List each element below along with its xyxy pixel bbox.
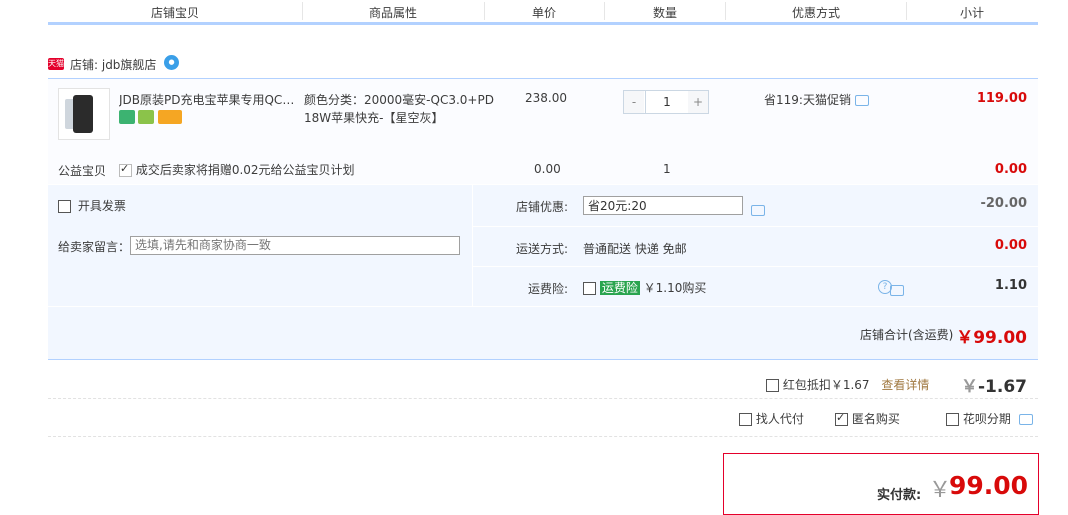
shipping-label: 运送方式:: [516, 242, 569, 256]
invoice-label: 开具发票: [77, 199, 126, 213]
comment-icon[interactable]: [854, 95, 869, 106]
header-unit-price: 单价: [532, 6, 557, 20]
invoice-checkbox[interactable]: [58, 200, 71, 213]
charity-label: 公益宝贝: [58, 164, 107, 178]
insurance-option: 运费险 ￥1.10购买: [583, 279, 706, 296]
message-label: 给卖家留言：: [58, 240, 131, 254]
insurance-tag: 运费险: [599, 281, 640, 295]
insurance-text: ￥1.10购买: [643, 281, 707, 295]
shop-name[interactable]: 店铺: jdb旗舰店: [70, 56, 156, 73]
minus-button[interactable]: -: [624, 91, 644, 113]
anonymous-label: 匿名购买: [851, 412, 900, 426]
pay-label: 实付款:: [877, 488, 922, 503]
pay-yen-sign: ￥: [929, 478, 952, 503]
insurance-label: 运费险:: [528, 282, 569, 296]
redpacket-value: -1.67: [978, 377, 1027, 397]
anonymous-checkbox[interactable]: [835, 411, 848, 426]
pay-amount: 99.00: [949, 471, 1029, 500]
redpacket-details-link[interactable]: 查看详情: [881, 378, 929, 392]
dashed-divider: [48, 398, 1038, 399]
seven-day-return-icon: [119, 110, 135, 124]
tmall-badge-icon: 天猫: [48, 58, 64, 70]
quantity-stepper: - 1 +: [623, 90, 709, 114]
shop-discount-select[interactable]: 省20元:20: [583, 196, 743, 215]
phone-image: [73, 95, 93, 133]
installment-label: 花呗分期: [962, 412, 1011, 426]
promotion: 省119:天猫促销: [764, 91, 869, 108]
comment-icon[interactable]: [1018, 414, 1033, 425]
wangwang-chat-icon[interactable]: ●: [164, 55, 179, 70]
invoice-option: 开具发票: [58, 197, 126, 214]
header-divider: [604, 2, 605, 20]
yen-sign: ￥: [961, 377, 978, 397]
shop-total-label: 店铺合计(含运费): [860, 328, 954, 342]
charity-info: 成交后卖家将捐赠0.02元给公益宝贝计划: [119, 161, 355, 178]
redpacket-option: 红包抵扣￥1.67 查看详情: [766, 376, 929, 393]
product-thumbnail[interactable]: [58, 88, 110, 140]
proxy-pay-option: 找人代付: [739, 410, 804, 427]
shop-discount-label: 店铺优惠:: [516, 200, 569, 214]
panel-divider: [472, 185, 473, 307]
installment-option: 花呗分期: [946, 410, 1033, 427]
charity-text: 成交后卖家将捐赠0.02元给公益宝贝计划: [135, 163, 355, 177]
header-discount: 优惠方式: [792, 6, 841, 20]
shipping-method: 普通配送 快递 免邮: [583, 242, 687, 256]
header-divider: [302, 2, 303, 20]
promotion-text: 省119:天猫促销: [764, 93, 851, 107]
redpacket-label: 红包抵扣￥1.67: [782, 378, 870, 392]
header-shop-item: 店铺宝贝: [151, 6, 200, 20]
header-quantity: 数量: [653, 6, 678, 20]
payment-summary-box: 实付款: ￥ 99.00: [723, 453, 1039, 515]
quantity-input[interactable]: 1: [645, 91, 689, 113]
message-input[interactable]: [130, 236, 460, 255]
product-attributes: 颜色分类：20000毫安-QC3.0+PD 18W苹果快充-【星空灰】: [304, 91, 494, 127]
header-divider: [725, 2, 726, 20]
guarantee-icon: [138, 110, 154, 124]
attr-line: 颜色分类：20000毫安-QC3.0+PD: [304, 93, 494, 107]
comment-icon[interactable]: [751, 205, 765, 216]
anonymous-option: 匿名购买: [835, 410, 900, 427]
header-divider: [906, 2, 907, 20]
charity-price: 0.00: [534, 162, 561, 176]
shop-row: 天猫 店铺: jdb旗舰店 ●: [48, 54, 1038, 79]
product-title[interactable]: JDB原装PD充电宝苹果专用QC3.0+PD快充: [119, 91, 301, 108]
charity-subtotal: 0.00: [994, 162, 1027, 177]
charity-qty: 1: [663, 162, 671, 176]
insurance-amount: 1.10: [994, 278, 1027, 293]
help-icon[interactable]: ?: [878, 280, 892, 294]
installment-checkbox[interactable]: [946, 413, 959, 426]
header-subtotal: 小计: [960, 6, 985, 20]
unit-price: 238.00: [525, 91, 567, 105]
dashed-divider: [48, 436, 1038, 437]
row-divider: [48, 306, 1038, 307]
insurance-checkbox[interactable]: [583, 282, 596, 295]
item-subtotal: 119.00: [976, 91, 1027, 106]
shipping-amount: 0.00: [994, 238, 1027, 253]
proxy-pay-label: 找人代付: [755, 412, 804, 426]
shop-total-value: ￥99.00: [956, 328, 1027, 348]
redpacket-checkbox[interactable]: [766, 379, 779, 392]
row-divider: [473, 266, 1038, 267]
header-attributes: 商品属性: [369, 6, 418, 20]
plus-button[interactable]: +: [688, 91, 708, 113]
redpacket-amount: ￥-1.67: [961, 372, 1027, 397]
proxy-pay-checkbox[interactable]: [739, 413, 752, 426]
header-divider: [484, 2, 485, 20]
charity-checkbox: [119, 162, 132, 177]
credit-card-icon: [158, 110, 182, 124]
shop-discount-amount: -20.00: [980, 196, 1027, 211]
column-header-bar: 店铺宝贝 商品属性 单价 数量 优惠方式 小计: [48, 0, 1038, 25]
row-divider: [473, 226, 1038, 227]
attr-line: 18W苹果快充-【星空灰】: [304, 111, 444, 125]
